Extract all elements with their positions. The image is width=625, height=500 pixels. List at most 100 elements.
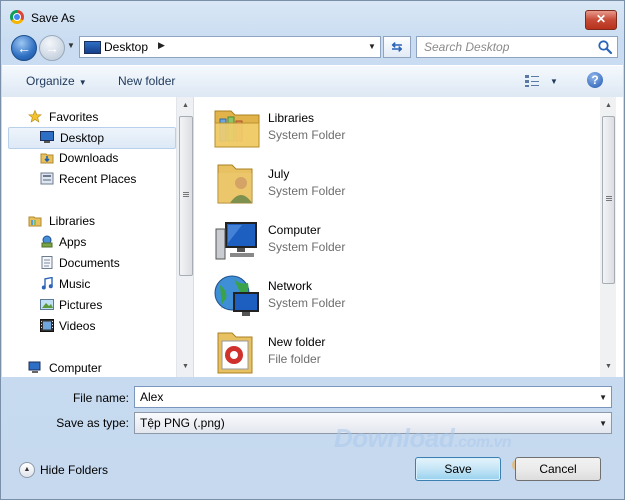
nav-item-libraries[interactable]: Libraries <box>8 211 176 231</box>
downloads-icon <box>40 153 54 164</box>
nav-label: Apps <box>59 235 87 249</box>
search-input[interactable]: Search Desktop <box>416 36 618 58</box>
file-name-label: File name: <box>72 391 129 405</box>
file-name: Computer <box>268 223 321 237</box>
nav-item-recent-places[interactable]: Recent Places <box>8 169 176 189</box>
search-placeholder: Search Desktop <box>424 40 510 54</box>
scroll-up-icon[interactable]: ▲ <box>177 102 193 109</box>
computer-icon <box>28 361 41 373</box>
search-icon[interactable] <box>597 39 613 55</box>
list-item[interactable]: Network System Folder <box>212 271 592 321</box>
chevron-up-icon: ▲ <box>19 462 35 478</box>
grip-line <box>183 196 189 197</box>
refresh-icon: ⇆ <box>391 39 403 54</box>
computer-icon <box>215 222 257 260</box>
save-button[interactable]: Save <box>415 457 501 481</box>
nav-pane-scrollbar[interactable]: ▲ ▼ <box>176 97 193 377</box>
nav-label: Recent Places <box>59 172 137 186</box>
list-item[interactable]: July System Folder <box>212 159 592 209</box>
change-view-icon[interactable] <box>524 74 540 88</box>
organize-button[interactable]: Organize ▼ <box>26 74 87 88</box>
libraries-folder-icon <box>214 110 260 148</box>
user-folder-icon <box>217 164 253 204</box>
scroll-up-icon[interactable]: ▲ <box>600 102 617 109</box>
save-as-type-value: Tệp PNG (.png) <box>140 416 225 430</box>
network-icon <box>214 275 259 316</box>
nav-label: Music <box>59 277 91 291</box>
watermark-suffix: .com.vn <box>454 434 512 451</box>
nav-item-pictures[interactable]: Pictures <box>8 295 176 315</box>
file-name-field[interactable]: Alex ▼ <box>134 386 612 408</box>
nav-item-computer[interactable]: Computer <box>8 358 176 377</box>
save-as-dialog: Save As ✕ ← → ▼ Desktop ▶ ▼ ⇆ Search Des… <box>0 0 625 500</box>
recent-places-icon <box>40 172 54 185</box>
nav-item-apps[interactable]: Apps <box>8 232 176 252</box>
file-name: New folder <box>268 335 326 349</box>
file-type: System Folder <box>268 296 346 310</box>
file-list[interactable]: Libraries System Folder July System Fold… <box>194 97 623 377</box>
list-item[interactable]: New folder File folder <box>212 327 592 377</box>
file-name: July <box>268 167 290 181</box>
save-as-type-label: Save as type: <box>56 416 129 430</box>
close-button[interactable]: ✕ <box>585 10 617 30</box>
grip-line <box>183 192 189 193</box>
address-bar[interactable]: Desktop ▶ ▼ <box>79 36 381 58</box>
watermark-text: Download <box>334 423 455 453</box>
apps-icon <box>41 235 53 248</box>
help-icon[interactable]: ? <box>587 72 603 88</box>
list-item[interactable]: Computer System Folder <box>212 215 592 265</box>
nav-item-documents[interactable]: Documents <box>8 253 176 273</box>
grip-line <box>606 196 612 197</box>
file-name-value: Alex <box>140 390 164 404</box>
nav-label: Pictures <box>59 298 103 312</box>
scrollbar-thumb[interactable] <box>179 116 193 276</box>
folder-icon <box>217 332 253 374</box>
grip-line <box>183 194 189 195</box>
recent-locations-dropdown[interactable]: ▼ <box>67 41 75 50</box>
chevron-down-icon[interactable]: ▼ <box>599 393 607 402</box>
arrow-right-icon: → <box>45 40 59 56</box>
forward-button[interactable]: → <box>39 35 65 61</box>
watermark: Download.com.vn <box>334 423 512 454</box>
scroll-down-icon[interactable]: ▼ <box>600 363 617 370</box>
nav-label: Documents <box>59 256 120 270</box>
address-location[interactable]: Desktop <box>104 40 148 54</box>
new-folder-button[interactable]: New folder <box>118 74 175 88</box>
back-button[interactable]: ← <box>11 35 37 61</box>
cancel-button[interactable]: Cancel <box>515 457 601 481</box>
grip-line <box>606 200 612 201</box>
chevron-down-icon[interactable]: ▼ <box>368 42 376 51</box>
scrollbar-thumb[interactable] <box>602 116 615 284</box>
nav-item-favorites[interactable]: Favorites <box>8 107 176 127</box>
nav-label: Favorites <box>49 110 99 124</box>
desktop-icon <box>40 131 54 143</box>
command-bar: Organize ▼ New folder ▼ ? <box>2 65 623 98</box>
nav-label: Computer <box>49 361 102 375</box>
chevron-down-icon[interactable]: ▼ <box>599 419 607 428</box>
close-icon: ✕ <box>595 12 607 26</box>
file-type: System Folder <box>268 128 346 142</box>
file-type: System Folder <box>268 240 346 254</box>
window-title: Save As <box>31 11 76 25</box>
arrow-left-icon: ← <box>17 40 31 56</box>
hide-folders-label: Hide Folders <box>40 463 109 477</box>
nav-item-downloads[interactable]: Downloads <box>8 148 176 168</box>
star-icon <box>28 110 42 123</box>
libraries-icon <box>28 216 42 227</box>
list-item[interactable]: Libraries System Folder <box>212 103 592 153</box>
music-icon <box>41 277 53 290</box>
refresh-button[interactable]: ⇆ <box>383 36 411 58</box>
grip-line <box>606 198 612 199</box>
chevron-right-icon[interactable]: ▶ <box>158 40 165 51</box>
nav-label: Desktop <box>60 131 105 145</box>
navigation-pane[interactable]: Favorites Desktop Downloads Recent Place… <box>2 97 194 377</box>
videos-icon <box>40 319 54 332</box>
nav-item-videos[interactable]: Videos <box>8 316 176 336</box>
view-options-dropdown[interactable]: ▼ <box>550 77 558 86</box>
nav-item-music[interactable]: Music <box>8 274 176 294</box>
scroll-down-icon[interactable]: ▼ <box>177 363 193 370</box>
documents-icon <box>41 256 53 269</box>
file-list-scrollbar[interactable]: ▲ ▼ <box>600 97 616 377</box>
file-name: Network <box>268 279 313 293</box>
nav-item-desktop[interactable]: Desktop <box>8 127 176 149</box>
